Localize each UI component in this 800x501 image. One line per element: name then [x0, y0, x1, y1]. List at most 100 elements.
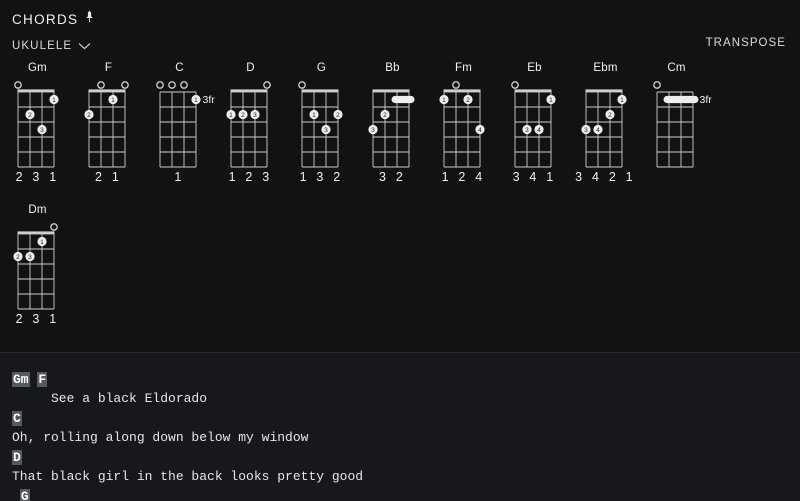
lyric-block: G	[12, 488, 800, 501]
chord-diagram[interactable]: G 1 2 3 1 3 2	[286, 60, 357, 202]
chord-diagram-name: Bb	[385, 62, 400, 74]
finger-dot-label: 1	[52, 97, 56, 104]
nut-bar	[17, 231, 55, 235]
finger-dot-label: 2	[336, 112, 340, 119]
lyric-text-line: See a black Eldorado	[12, 391, 208, 406]
open-string-marker	[50, 223, 58, 231]
chord-fretboard: 23	[368, 89, 415, 168]
lyric-chord-line: Gm F	[12, 371, 800, 389]
finger-dot-label: 1	[312, 112, 316, 119]
lyric-chord-chip[interactable]: G	[19, 489, 30, 501]
chord-finger-numbers: 2 3 1	[15, 312, 60, 326]
chord-diagram[interactable]: Dm 1 2 3 2 3 1	[2, 202, 73, 344]
chord-diagram[interactable]: F 1 2 2 1	[73, 60, 144, 202]
lyric-chord-chip[interactable]: F	[37, 372, 48, 387]
finger-dot-label: 3	[253, 112, 257, 119]
open-string-marker	[180, 81, 188, 89]
chord-diagram-name: Eb	[527, 62, 542, 74]
chord-diagram[interactable]: Bb 2 3 3 2	[357, 60, 428, 202]
finger-dot-label: 1	[549, 97, 553, 104]
instrument-selector[interactable]: UKULELE	[12, 37, 91, 55]
chord-fretboard: 1 2 3 4	[581, 89, 627, 168]
barre-marker	[663, 95, 699, 104]
chord-fretboard: 1 2 3	[13, 223, 58, 310]
chord-diagram[interactable]: D 123 1 2 3	[215, 60, 286, 202]
lyric-text-line: That black girl in the back looks pretty…	[12, 469, 364, 484]
lyric-chord-line: D	[12, 449, 800, 467]
chord-diagram-name: Cm	[667, 62, 686, 74]
finger-dot-label: 2	[16, 254, 20, 261]
nut-bar	[443, 89, 481, 93]
pin-icon[interactable]	[85, 10, 94, 28]
chord-finger-numbers: 3 4 1	[512, 170, 557, 184]
nut-bar	[17, 89, 55, 93]
chord-fretboard: 1 2 3	[14, 81, 59, 168]
chord-diagram-name: G	[316, 62, 327, 74]
finger-dot-label: 2	[87, 112, 91, 119]
chord-diagram[interactable]: Fm 1 2 4 1 2 4	[428, 60, 499, 202]
chord-diagram-name: D	[246, 62, 255, 74]
open-string-marker	[653, 81, 661, 89]
finger-dot-label: 2	[608, 112, 612, 119]
lyric-chord-chip[interactable]: D	[12, 450, 22, 465]
lyric-chord-chip[interactable]: Gm	[12, 372, 30, 387]
open-string-marker	[97, 81, 105, 89]
chord-fretboard: 1 3fr	[156, 81, 216, 168]
lyric-chord-line: C	[12, 410, 800, 428]
finger-dot-label: 1	[442, 97, 446, 104]
chord-diagram-name: F	[104, 62, 113, 74]
chord-fretboard: 1 2 4	[439, 81, 485, 168]
chord-diagram-grid: Gm 1 2 3 2 3 1F122 1 C 1 3fr 1D1231 2 3G1231 3 …	[0, 60, 800, 350]
fret-position-label: 3fr	[203, 94, 216, 106]
chord-finger-numbers: 1 3 2	[299, 170, 344, 184]
finger-dot-label: 1	[111, 97, 115, 104]
nut-bar	[301, 89, 339, 93]
chord-finger-numbers: 3 2	[379, 170, 406, 184]
barre-marker	[391, 95, 415, 104]
finger-dot-label: 3	[584, 127, 588, 134]
lyric-chord-chip[interactable]: C	[12, 411, 22, 426]
open-string-marker	[511, 81, 519, 89]
open-string-marker	[168, 81, 176, 89]
chord-finger-numbers: 2 1	[95, 170, 122, 184]
nut-bar	[88, 89, 126, 93]
nut-bar	[230, 89, 268, 93]
finger-dot-label: 1	[229, 112, 233, 119]
chord-fretboard: 1 2 3	[298, 81, 343, 168]
chord-finger-numbers: 1 2 3	[228, 170, 273, 184]
chord-diagram-name: Gm	[28, 62, 47, 74]
chord-diagram[interactable]: C 1 3fr 1	[144, 60, 215, 202]
lyric-block: C Oh, rolling along down below my window	[12, 410, 800, 447]
chord-fretboard: 1 2 3	[226, 81, 271, 168]
chord-diagram[interactable]: Ebm 1 2 3 4 3 4 2 1	[570, 60, 641, 202]
finger-dot-label: 3	[40, 127, 44, 134]
finger-dot-label: 3	[324, 127, 328, 134]
chords-page: CHORDS UKULELE TRANSPOSE Gm 1 2 3 2 3 1F122 …	[0, 0, 800, 501]
lyrics-panel: Gm F See a black Eldorado C Oh, rolling al…	[0, 353, 800, 501]
lyric-block: Gm F See a black Eldorado	[12, 371, 800, 408]
open-string-marker	[121, 81, 129, 89]
lyric-chord-spacer	[12, 489, 20, 501]
chord-fretboard: 3fr	[653, 81, 713, 168]
chevron-down-icon[interactable]	[78, 37, 91, 55]
fret-position-label: 3fr	[700, 94, 713, 106]
chord-diagram[interactable]: Gm 1 2 3 2 3 1	[2, 60, 73, 202]
open-string-marker	[263, 81, 271, 89]
chord-finger-numbers: 1 2 4	[441, 170, 486, 184]
header: CHORDS UKULELE TRANSPOSE	[0, 0, 800, 62]
finger-dot-label: 3	[525, 127, 529, 134]
nut-bar	[514, 89, 552, 93]
transpose-button[interactable]: TRANSPOSE	[706, 37, 786, 49]
page-title: CHORDS	[12, 10, 94, 28]
chord-finger-numbers: 2 3 1	[15, 170, 60, 184]
finger-dot-label: 1	[40, 239, 44, 246]
finger-dot-label: 4	[478, 127, 482, 134]
open-string-marker	[156, 81, 164, 89]
open-string-marker	[14, 81, 22, 89]
open-string-marker	[452, 81, 460, 89]
chord-diagram[interactable]: Eb 1 3 4 3 4 1	[499, 60, 570, 202]
chord-fretboard: 1 3 4	[511, 81, 556, 168]
chord-diagram[interactable]: Cm 3fr	[641, 60, 712, 202]
finger-dot-label: 4	[537, 127, 541, 134]
finger-dot-label: 1	[194, 97, 198, 104]
